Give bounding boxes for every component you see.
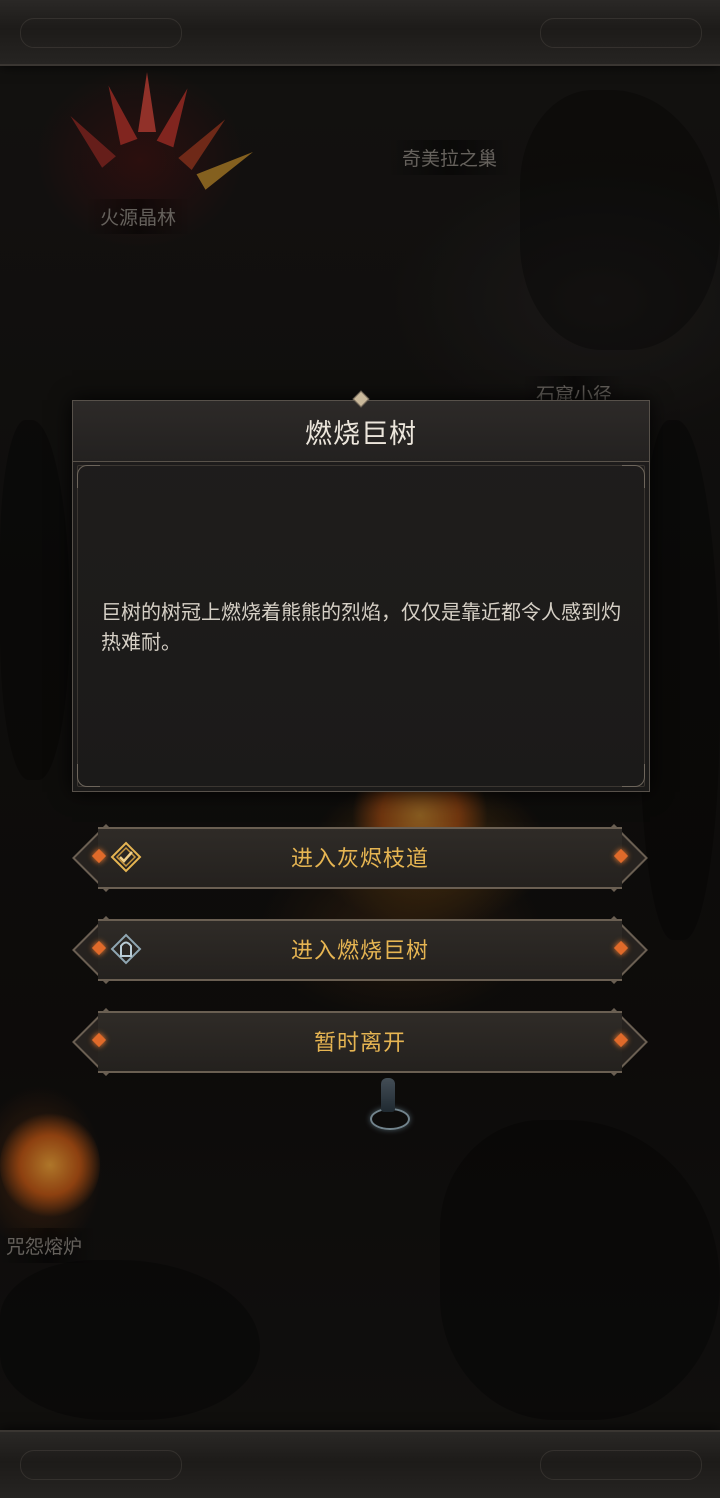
leave-for-now-button[interactable]: 暂时离开 [72,1008,648,1076]
bottom-frame [0,1430,720,1498]
option-label: 进入燃烧巨树 [290,939,429,964]
dialog-title: 燃烧巨树 [305,418,417,450]
enter-ash-branch-path-button[interactable]: 进入灰烬枝道 [72,824,648,892]
option-label: 暂时离开 [313,1031,406,1056]
location-dialog: 燃烧巨树 巨树的树冠上燃烧着熊熊的烈焰，仅仅是靠近都令人感到灼热难耐。 [72,390,650,792]
dialog-header: 燃烧巨树 [73,390,649,462]
top-frame [0,0,720,66]
quest-check-icon [110,841,142,873]
gate-icon [110,933,142,965]
option-label: 进入灰烬枝道 [290,847,429,872]
enter-burning-tree-button[interactable]: 进入燃烧巨树 [72,916,648,984]
dialog-description: 巨树的树冠上燃烧着熊熊的烈焰，仅仅是靠近都令人感到灼热难耐。 [101,600,621,654]
